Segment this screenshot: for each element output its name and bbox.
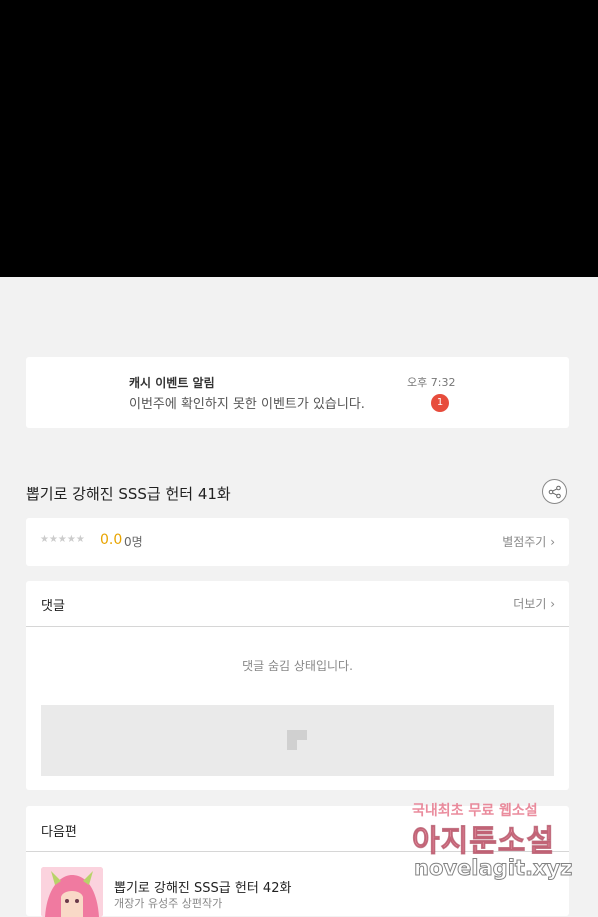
comments-hidden-message: 댓글 숨김 상태입니다. bbox=[242, 659, 353, 673]
notification-time: 오후 7:32 bbox=[407, 376, 456, 389]
notification-count-badge: 1 bbox=[431, 394, 449, 412]
next-episode-author: 개장가 유성주 상편작가 bbox=[114, 897, 223, 910]
next-episode-thumbnail[interactable] bbox=[41, 867, 103, 917]
watermark-line-2: 아지툰소설 bbox=[412, 824, 555, 860]
ad-placeholder[interactable] bbox=[41, 705, 554, 776]
ad-logo-icon bbox=[287, 730, 307, 750]
comments-section: 댓글 더보기 › 댓글 숨김 상태입니다. bbox=[26, 581, 569, 790]
divider bbox=[26, 626, 569, 627]
rating-score: 0.0 bbox=[100, 532, 123, 548]
comments-more-label: 더보기 bbox=[513, 597, 547, 611]
rating-bar: ★★★★★ 0.0 0명 별점주기 › bbox=[26, 518, 569, 566]
rate-button[interactable]: 별점주기 › bbox=[502, 533, 555, 550]
notification-card[interactable]: 캐시 이벤트 알림 오후 7:32 이번주에 확인하지 못한 이벤트가 있습니다… bbox=[26, 357, 569, 428]
site-watermark: 국내최초 무료 웹소설 아지툰소설 novelagit.xyz bbox=[412, 800, 592, 895]
notification-message: 이번주에 확인하지 못한 이벤트가 있습니다. bbox=[129, 397, 365, 412]
video-area[interactable] bbox=[0, 0, 598, 277]
watermark-line-3: novelagit.xyz bbox=[413, 856, 573, 881]
rate-button-label: 별점주기 bbox=[502, 535, 547, 549]
share-button[interactable] bbox=[542, 479, 567, 504]
chevron-right-icon: › bbox=[550, 597, 555, 611]
chevron-right-icon: › bbox=[550, 535, 555, 549]
comments-header: 댓글 bbox=[41, 599, 65, 614]
rating-count: 0명 bbox=[124, 535, 143, 549]
notification-title: 캐시 이벤트 알림 bbox=[129, 376, 215, 390]
next-episode-title[interactable]: 뽑기로 강해진 SSS급 헌터 42화 bbox=[114, 877, 291, 896]
star-rating-icon: ★★★★★ bbox=[40, 534, 85, 545]
comments-more-button[interactable]: 더보기 › bbox=[513, 595, 555, 612]
next-episode-header: 다음편 bbox=[41, 825, 77, 840]
episode-title: 뽑기로 강해진 SSS급 헌터 41화 bbox=[26, 485, 231, 503]
share-icon bbox=[548, 485, 561, 499]
character-thumbnail-image bbox=[41, 867, 103, 917]
